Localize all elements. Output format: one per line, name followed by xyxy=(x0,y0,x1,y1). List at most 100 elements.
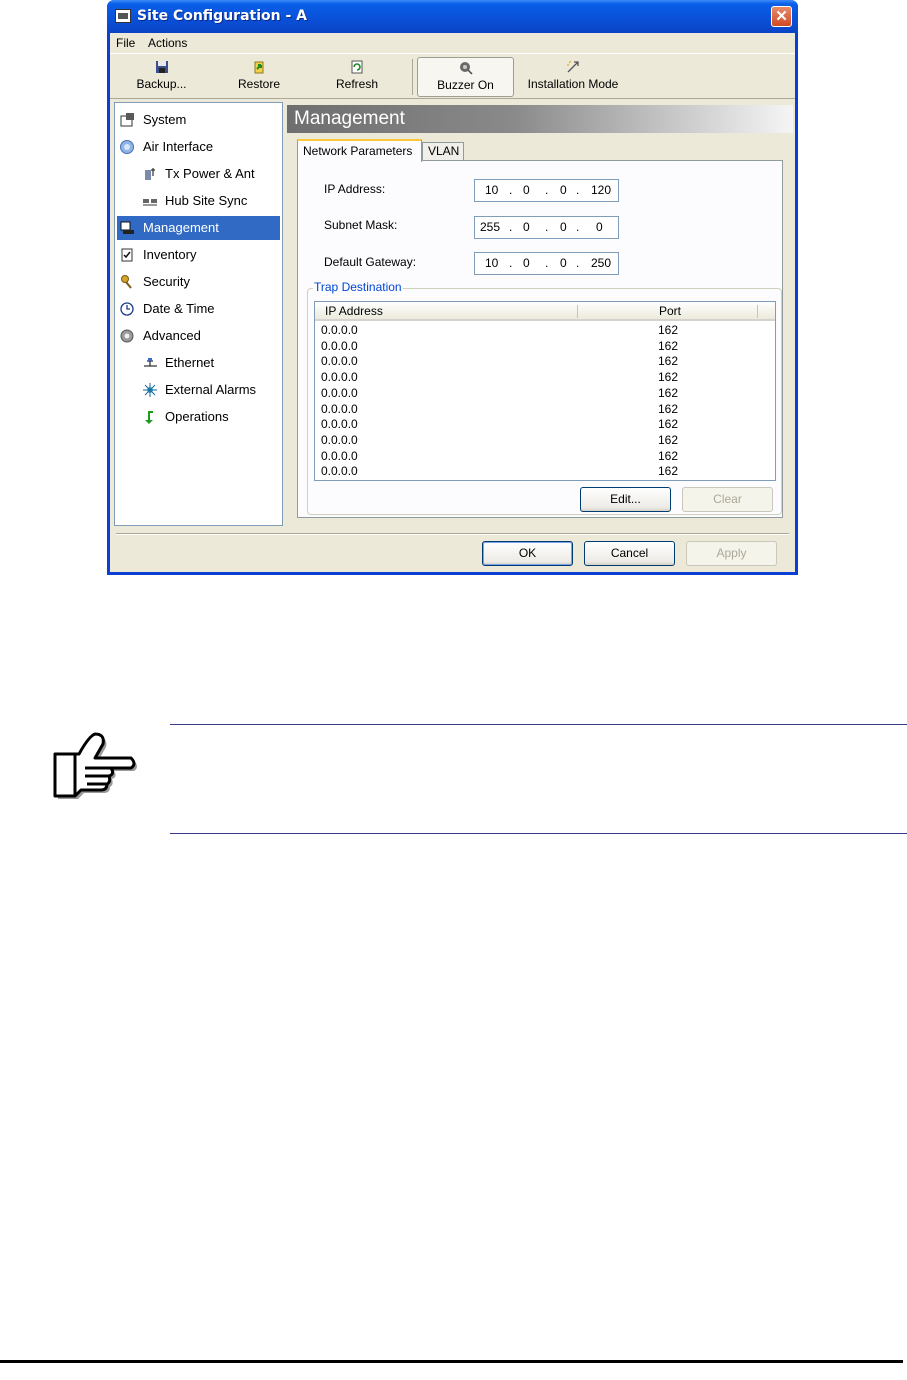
ip-address-field[interactable]: 10 . 0 . 0 . 120 xyxy=(474,179,619,202)
tree-label: External Alarms xyxy=(165,382,257,397)
dialog-separator xyxy=(116,533,789,535)
tree-item-external-alarms[interactable]: External Alarms xyxy=(117,378,280,402)
floppy-disk-icon xyxy=(155,61,168,73)
installation-mode-label: Installation Mode xyxy=(527,77,619,91)
table-row[interactable]: 0.0.0.0 162 xyxy=(315,339,775,355)
buzzer-label: Buzzer On xyxy=(437,78,494,92)
management-icon xyxy=(120,221,134,234)
row-port: 162 xyxy=(658,354,679,369)
apply-button[interactable]: Apply xyxy=(686,541,777,566)
backup-button[interactable]: Backup... xyxy=(134,60,189,96)
navigation-tree: System Air Interface Tx Power & Ant Hub … xyxy=(114,102,283,526)
tree-item-ethernet[interactable]: Ethernet xyxy=(117,351,280,375)
trap-destination-list[interactable]: IP Address Port 0.0.0.0 162 0.0.0.0 162 0.0.… xyxy=(314,301,776,481)
subnet-mask-field[interactable]: 255 . 0 . 0 . 0 xyxy=(474,216,619,239)
system-icon xyxy=(120,113,134,127)
octet-2: 0 xyxy=(523,183,530,197)
note-top-rule xyxy=(170,724,907,725)
tree-item-inventory[interactable]: Inventory xyxy=(117,243,280,267)
row-ip-address: 0.0.0.0 xyxy=(321,432,358,447)
tree-item-operations[interactable]: Operations xyxy=(117,405,280,429)
buzzer-on-button[interactable]: Buzzer On xyxy=(417,57,514,97)
column-ip-address[interactable]: IP Address xyxy=(325,304,383,318)
buzzer-icon xyxy=(459,62,473,75)
default-gateway-field[interactable]: 10 . 0 . 0 . 250 xyxy=(474,252,619,275)
network-parameters-panel: IP Address: 10 . 0 . 0 . 120 Subnet Mask… xyxy=(297,160,783,518)
octet-3: 0 xyxy=(560,183,567,197)
row-ip-address: 0.0.0.0 xyxy=(321,323,358,337)
tree-label: Tx Power & Ant xyxy=(165,166,255,181)
row-ip-address: 0.0.0.0 xyxy=(321,338,358,353)
table-row[interactable]: 0.0.0.0 162 xyxy=(315,449,775,465)
tree-item-date-time[interactable]: Date & Time xyxy=(117,297,280,321)
toolbar: Backup... Restore Refresh Buzzer On Inst… xyxy=(110,53,795,99)
trap-destination-title: Trap Destination xyxy=(313,280,403,294)
row-ip-address: 0.0.0.0 xyxy=(321,354,358,369)
app-icon xyxy=(115,9,131,23)
octet-dot: . xyxy=(509,220,513,234)
row-ip-address: 0.0.0.0 xyxy=(321,464,358,479)
table-row[interactable]: 0.0.0.0 162 xyxy=(315,417,775,433)
tab-vlan[interactable]: VLAN xyxy=(422,142,464,161)
note-bottom-rule xyxy=(170,833,907,834)
hub-sync-icon xyxy=(143,199,157,206)
tree-item-air-interface[interactable]: Air Interface xyxy=(117,135,280,159)
table-row[interactable]: 0.0.0.0 162 xyxy=(315,323,775,339)
tree-item-security[interactable]: Security xyxy=(117,270,280,294)
table-row[interactable]: 0.0.0.0 162 xyxy=(315,354,775,370)
table-row[interactable]: 0.0.0.0 162 xyxy=(315,370,775,386)
row-port: 162 xyxy=(658,448,679,463)
refresh-button[interactable]: Refresh xyxy=(332,60,382,96)
tree-item-system[interactable]: System xyxy=(117,108,280,132)
row-ip-address: 0.0.0.0 xyxy=(321,448,358,463)
toolbar-separator xyxy=(412,59,413,95)
octet-dot: . xyxy=(509,183,513,197)
refresh-label: Refresh xyxy=(335,77,379,91)
installation-mode-button[interactable]: Installation Mode xyxy=(525,60,621,96)
tree-item-management[interactable]: Management xyxy=(117,216,280,240)
restore-label: Restore xyxy=(237,77,281,91)
refresh-icon xyxy=(351,60,363,74)
operations-icon xyxy=(145,411,153,424)
ethernet-icon xyxy=(144,358,157,367)
column-divider xyxy=(757,305,758,318)
edit-button[interactable]: Edit... xyxy=(580,487,671,512)
tree-item-advanced[interactable]: Advanced xyxy=(117,324,280,348)
tree-item-tx-power[interactable]: Tx Power & Ant xyxy=(117,162,280,186)
tx-power-icon xyxy=(145,168,155,180)
inventory-icon xyxy=(121,248,133,262)
title-bar[interactable]: Site Configuration - A ✕ xyxy=(107,0,798,33)
octet-dot: . xyxy=(545,183,549,197)
restore-icon xyxy=(254,61,264,74)
octet-1: 10 xyxy=(485,256,499,270)
window-title: Site Configuration - A xyxy=(137,8,307,24)
column-port[interactable]: Port xyxy=(659,304,681,318)
octet-2: 0 xyxy=(523,256,530,270)
site-configuration-window: Site Configuration - A ✕ File Actions Ba… xyxy=(107,0,798,575)
row-port: 162 xyxy=(658,401,679,416)
octet-2: 0 xyxy=(523,220,530,234)
table-row[interactable]: 0.0.0.0 162 xyxy=(315,464,775,480)
clock-icon xyxy=(120,302,134,316)
pointing-hand-icon xyxy=(53,732,137,799)
cancel-button[interactable]: Cancel xyxy=(584,541,675,566)
row-port: 162 xyxy=(658,385,679,400)
tree-label: Inventory xyxy=(143,247,197,262)
table-row[interactable]: 0.0.0.0 162 xyxy=(315,402,775,418)
ok-button[interactable]: OK xyxy=(482,541,573,566)
tree-item-hub-site-sync[interactable]: Hub Site Sync xyxy=(117,189,280,213)
tree-label: Air Interface xyxy=(143,139,214,154)
table-row[interactable]: 0.0.0.0 162 xyxy=(315,386,775,402)
restore-button[interactable]: Restore xyxy=(234,60,284,96)
clear-button[interactable]: Clear xyxy=(682,487,773,512)
table-row[interactable]: 0.0.0.0 162 xyxy=(315,433,775,449)
menu-bar: File Actions xyxy=(110,33,795,53)
ip-address-label: IP Address: xyxy=(324,182,386,196)
menu-actions[interactable]: Actions xyxy=(148,36,187,50)
tab-network-parameters[interactable]: Network Parameters xyxy=(297,139,422,162)
menu-file[interactable]: File xyxy=(116,36,135,50)
octet-dot: . xyxy=(576,256,580,270)
list-header: IP Address Port xyxy=(315,302,775,321)
row-port: 162 xyxy=(658,338,679,353)
close-button[interactable]: ✕ xyxy=(771,6,792,27)
